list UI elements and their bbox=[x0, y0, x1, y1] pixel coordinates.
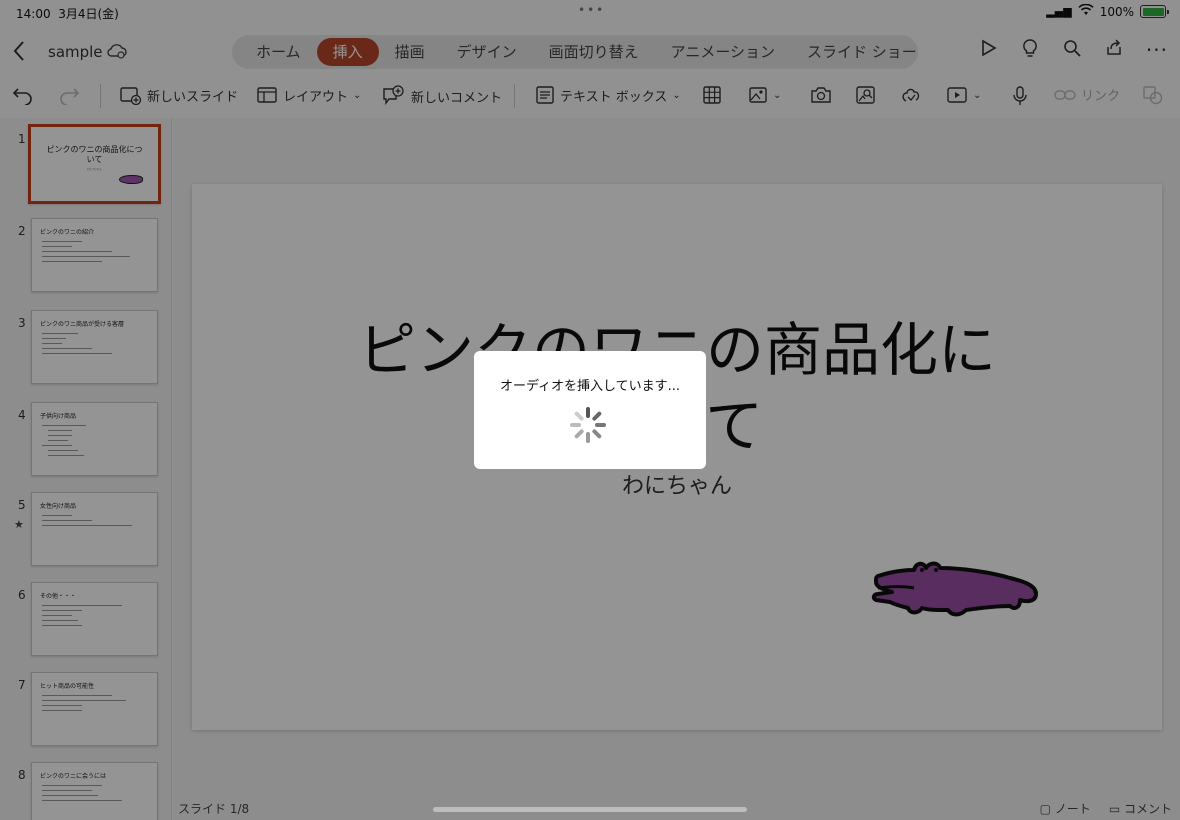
inserting-audio-dialog: オーディオを挿入しています... bbox=[474, 351, 706, 469]
loading-spinner-icon bbox=[570, 407, 606, 443]
home-indicator[interactable] bbox=[433, 807, 747, 812]
dialog-message: オーディオを挿入しています... bbox=[499, 379, 681, 394]
